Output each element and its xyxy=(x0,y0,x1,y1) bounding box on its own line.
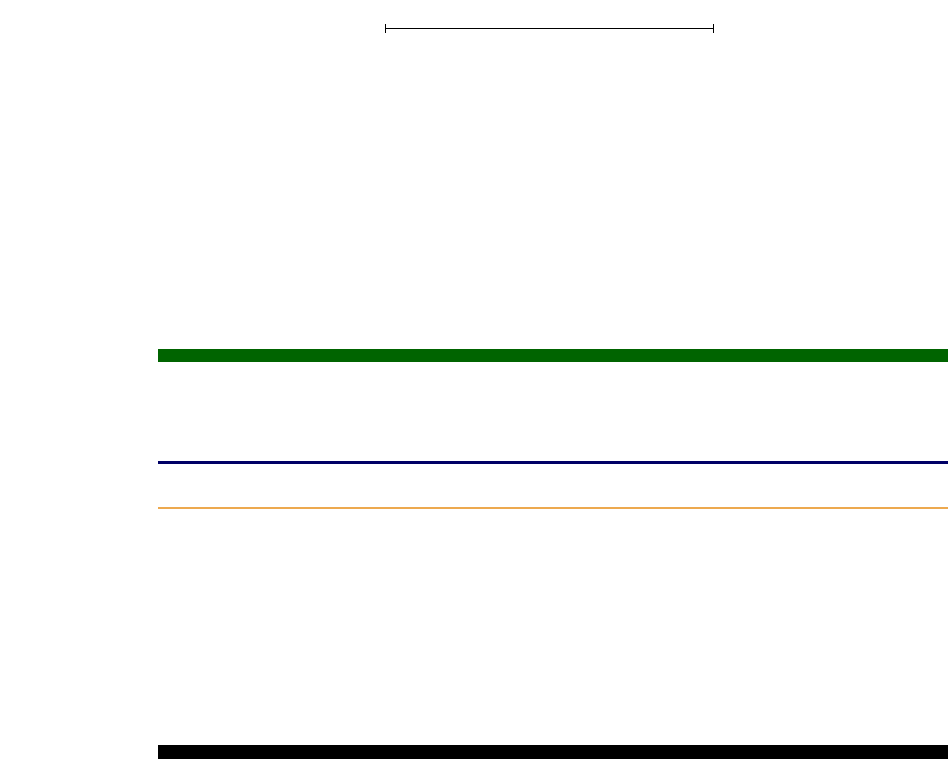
repeatmasker-label[interactable] xyxy=(0,746,152,759)
h3k27ac-title xyxy=(158,470,948,483)
chrom-label xyxy=(0,36,152,49)
phylop-min-label xyxy=(0,565,152,578)
repeatmasker-bar[interactable] xyxy=(158,745,948,759)
h3k27ac-signal-line xyxy=(158,507,948,509)
dbsnp-title xyxy=(158,366,948,379)
window-position-label xyxy=(0,1,152,14)
strand-label xyxy=(0,50,152,63)
gencode-title xyxy=(158,66,948,79)
phylop-max-label xyxy=(0,515,152,528)
repeatmasker-title xyxy=(158,732,948,745)
omim-gene-bar[interactable] xyxy=(158,349,948,362)
phylop-title xyxy=(158,515,948,528)
genome-browser-view xyxy=(0,0,950,776)
omim-title xyxy=(158,335,948,348)
dbsnp-label[interactable] xyxy=(0,381,152,394)
scale-label xyxy=(0,19,152,32)
snps-label[interactable] xyxy=(0,318,152,331)
scale-bar xyxy=(385,28,714,29)
gtex-title xyxy=(158,398,948,411)
publications-title xyxy=(158,288,948,301)
sequences-label[interactable] xyxy=(0,302,152,315)
scale-bar-left-tick xyxy=(385,24,386,33)
header-line xyxy=(158,1,948,15)
refseq-curated-label[interactable] xyxy=(0,271,152,284)
multiz-title xyxy=(158,581,948,594)
gtex-gene-label[interactable] xyxy=(0,433,152,446)
omim-genes-label[interactable] xyxy=(0,349,152,362)
scale-bar-right-tick xyxy=(713,24,714,33)
gaps-label[interactable] xyxy=(0,596,152,609)
refseq-title xyxy=(158,257,948,270)
gtex-gene-model-line xyxy=(158,461,948,464)
